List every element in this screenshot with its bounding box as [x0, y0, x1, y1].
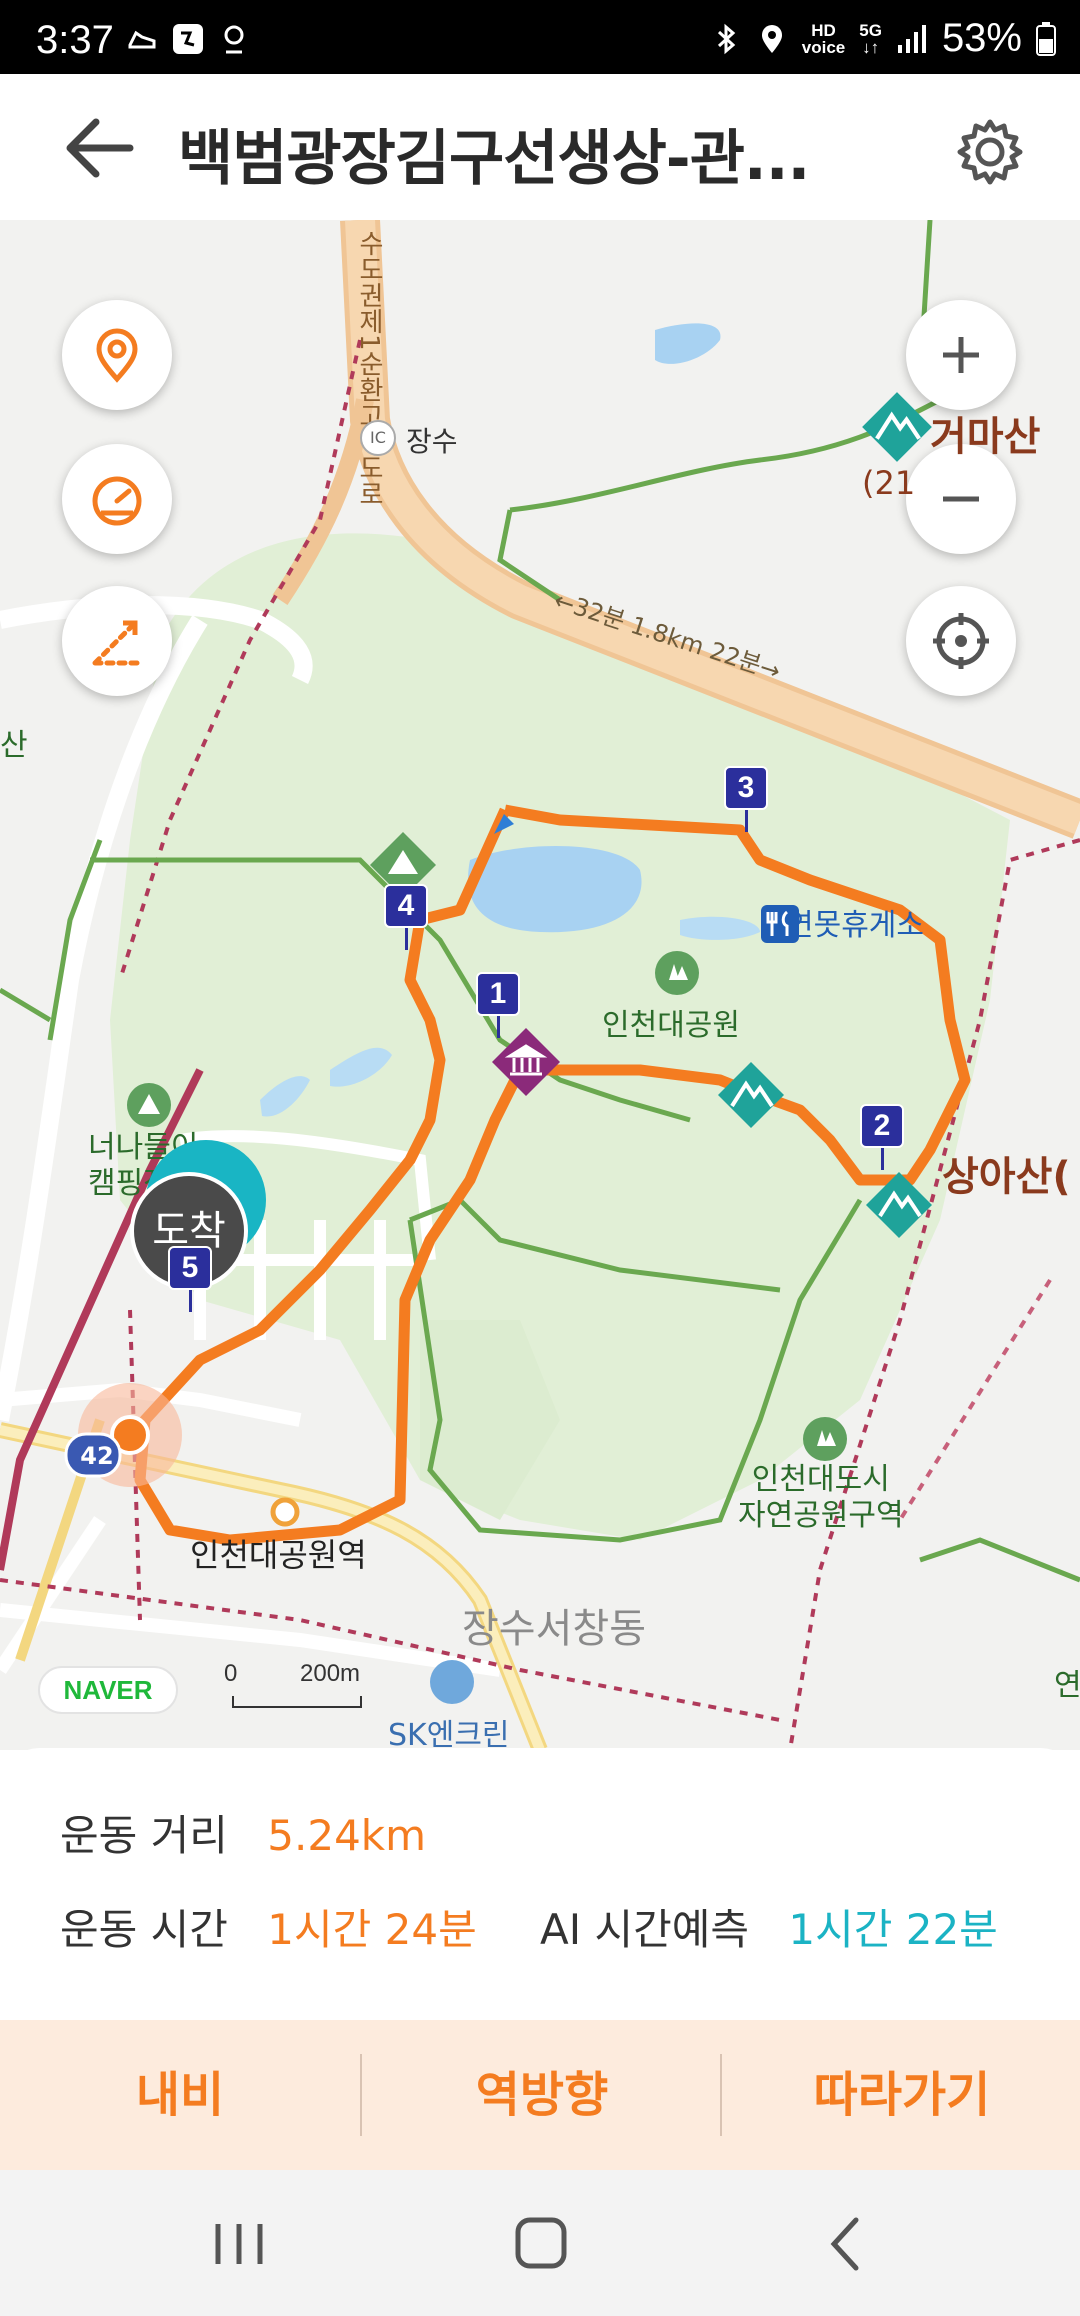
recent-apps-button[interactable]	[194, 2206, 284, 2282]
settings-button[interactable]	[954, 116, 1026, 188]
follow-button[interactable]: 따라가기	[722, 2020, 1080, 2170]
speedometer-icon	[92, 476, 142, 526]
time-row: 운동 시간 1시간 24분	[60, 1896, 477, 1957]
edge-label-left: 산	[0, 728, 28, 763]
waypoint-5[interactable]: 5	[168, 1246, 212, 1312]
elevation-button[interactable]	[62, 586, 172, 696]
chevron-left-icon	[830, 2217, 859, 2271]
campground-tree-icon	[127, 1083, 171, 1127]
slope-icon	[92, 620, 142, 666]
arrow-left-icon	[66, 118, 134, 178]
hd-voice-badge: HD voice	[801, 20, 846, 57]
home-icon	[515, 2217, 567, 2269]
recent-apps-icon	[215, 2224, 263, 2264]
app-notification-icon	[173, 24, 203, 54]
park-label: 인천대공원	[602, 1008, 740, 1043]
status-time: 3:37	[36, 18, 114, 62]
battery-percent: 53%	[941, 16, 1022, 60]
ai-time-value: 1시간 22분	[788, 1905, 998, 1954]
bluetooth-icon	[717, 23, 736, 54]
geomasan-peak-icon	[862, 392, 932, 462]
district-label: 장수서창동	[462, 1606, 646, 1652]
app-header: 백범광장김구선생상-관...	[0, 74, 1080, 220]
map-scale: 0 200m	[224, 1660, 374, 1720]
restaurant-icon	[761, 905, 799, 943]
reverse-button[interactable]: 역방향	[362, 2020, 722, 2170]
time-label: 운동 시간	[60, 1905, 228, 1954]
edge-label-right: 연	[1054, 1668, 1080, 1703]
network-badge: 5G ↓↑	[859, 20, 882, 57]
ai-time-label: AI 시간예측	[540, 1905, 750, 1954]
speed-button[interactable]	[62, 444, 172, 554]
status-system-icons: HD voice 5G ↓↑ 53%	[710, 16, 1056, 61]
signal-icon	[897, 24, 926, 53]
system-nav-bar	[0, 2170, 1080, 2316]
shoe-icon	[128, 30, 156, 49]
status-notification-icons	[126, 22, 250, 56]
mountain-label-sangasan: 상아산(	[942, 1154, 1071, 1200]
road-number-badge: 42	[80, 1442, 114, 1470]
mountain-label-geomasan: 거마산	[930, 414, 1041, 460]
distance-label: 운동 거리	[60, 1811, 228, 1860]
waypoint-2[interactable]: 2	[860, 1104, 904, 1170]
location-icon	[761, 24, 782, 53]
gear-icon	[957, 119, 1023, 185]
flag-icon	[494, 814, 514, 834]
waypoint-4[interactable]: 4	[384, 884, 428, 950]
station-label: 인천대공원역	[190, 1536, 367, 1574]
current-location-button[interactable]	[906, 586, 1016, 696]
ai-time-row: AI 시간예측 1시간 22분	[540, 1896, 998, 1957]
nature-park-tree-icon	[803, 1417, 847, 1461]
distance-row: 운동 거리 5.24km	[60, 1802, 426, 1863]
ic-name-label: 장수	[406, 425, 458, 458]
navi-button[interactable]: 내비	[0, 2020, 360, 2170]
my-location-pin-button[interactable]	[62, 300, 172, 410]
restaurant-label: 연못휴게소	[786, 908, 924, 943]
location-pin-icon	[96, 328, 138, 383]
back-nav-button[interactable]	[800, 2206, 890, 2282]
naver-logo: NAVER	[38, 1666, 178, 1714]
scale-zero: 0	[224, 1660, 238, 1687]
scale-max: 200m	[300, 1660, 361, 1687]
park-tree-icon	[655, 951, 699, 995]
action-bar: 내비 역방향 따라가기	[0, 2020, 1080, 2170]
mountain-elevation-label: (21	[862, 464, 916, 502]
back-button[interactable]	[62, 112, 138, 184]
battery-icon	[1036, 21, 1056, 56]
location-pin-icon	[224, 25, 244, 54]
waypoint-1[interactable]: 1	[476, 972, 520, 1038]
monument-icon	[492, 1028, 560, 1096]
lake	[468, 846, 642, 933]
waypoint-3[interactable]: 3	[724, 766, 768, 832]
highway-label: 수도권제1순환고속도로	[354, 230, 384, 507]
nature-park-label: 인천대도시 자연공원구역	[738, 1462, 904, 1533]
time-value: 1시간 24분	[267, 1905, 477, 1954]
distance-value: 5.24km	[267, 1811, 427, 1860]
mountain-peak-icon	[718, 1062, 784, 1128]
sangasan-peak-icon	[866, 1172, 932, 1238]
map-view[interactable]: 수도권제1순환고속도로 IC 장수 ←32분 1.8km 22분→ 거마산 (2…	[0, 220, 1080, 1750]
minus-icon	[943, 496, 979, 502]
ic-badge: IC	[360, 420, 396, 456]
status-bar: 3:37 HD voice 5G ↓↑ 53%	[0, 0, 1080, 74]
page-title: 백범광장김구선생상-관...	[178, 124, 810, 194]
plus-icon	[943, 337, 979, 373]
scale-line	[232, 1696, 362, 1708]
route-info-panel: 운동 거리 5.24km 운동 시간 1시간 24분 AI 시간예측 1시간 2…	[0, 1748, 1080, 2018]
gas-station-label: SK엔크린	[388, 1718, 510, 1750]
home-button[interactable]	[496, 2206, 586, 2282]
crosshair-icon	[933, 613, 989, 669]
